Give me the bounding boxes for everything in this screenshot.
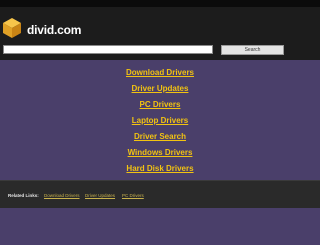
site-name: divid.com (27, 23, 82, 37)
related-link-download-drivers[interactable]: Download Drivers (44, 193, 80, 198)
search-button[interactable]: Search (221, 45, 284, 55)
related-links-bar: Related Links: Download Drivers Driver U… (0, 180, 320, 209)
search-input[interactable] (3, 45, 213, 54)
link-laptop-drivers[interactable]: Laptop Drivers (0, 114, 320, 130)
main-links-panel: Download Drivers Driver Updates PC Drive… (0, 60, 320, 180)
link-windows-drivers[interactable]: Windows Drivers (0, 146, 320, 162)
link-list: Download Drivers Driver Updates PC Drive… (0, 66, 320, 178)
link-download-drivers[interactable]: Download Drivers (0, 66, 320, 82)
page-footer (0, 208, 320, 245)
cube-icon (3, 18, 21, 38)
link-hard-disk-drivers[interactable]: Hard Disk Drivers (0, 162, 320, 178)
link-driver-updates[interactable]: Driver Updates (0, 82, 320, 98)
site-header: divid.com Search (0, 7, 320, 60)
domain-notice-bar: Is this domain name yours? Click here to… (0, 0, 320, 14)
link-pc-drivers[interactable]: PC Drivers (0, 98, 320, 114)
related-link-pc-drivers[interactable]: PC Drivers (122, 193, 144, 198)
related-links-label: Related Links: (8, 193, 39, 198)
related-link-driver-updates[interactable]: Driver Updates (85, 193, 115, 198)
link-driver-search[interactable]: Driver Search (0, 130, 320, 146)
